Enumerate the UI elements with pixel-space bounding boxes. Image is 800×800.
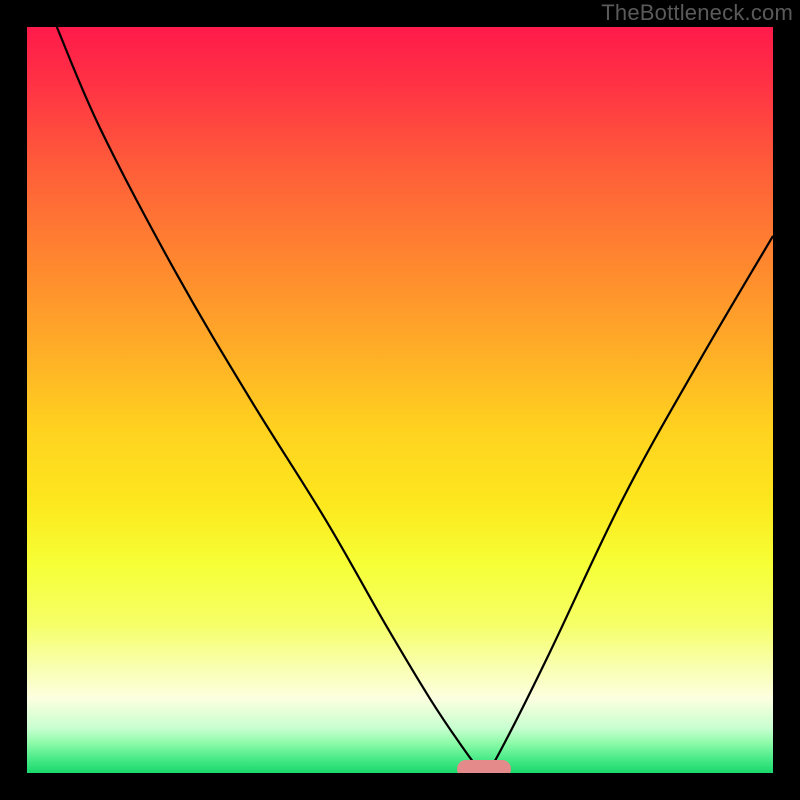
curve-svg	[27, 27, 773, 773]
bottleneck-curve	[57, 27, 773, 770]
watermark-text: TheBottleneck.com	[601, 0, 793, 26]
optimal-marker	[457, 760, 511, 773]
chart-canvas: TheBottleneck.com	[0, 0, 800, 800]
plot-area	[27, 27, 773, 773]
